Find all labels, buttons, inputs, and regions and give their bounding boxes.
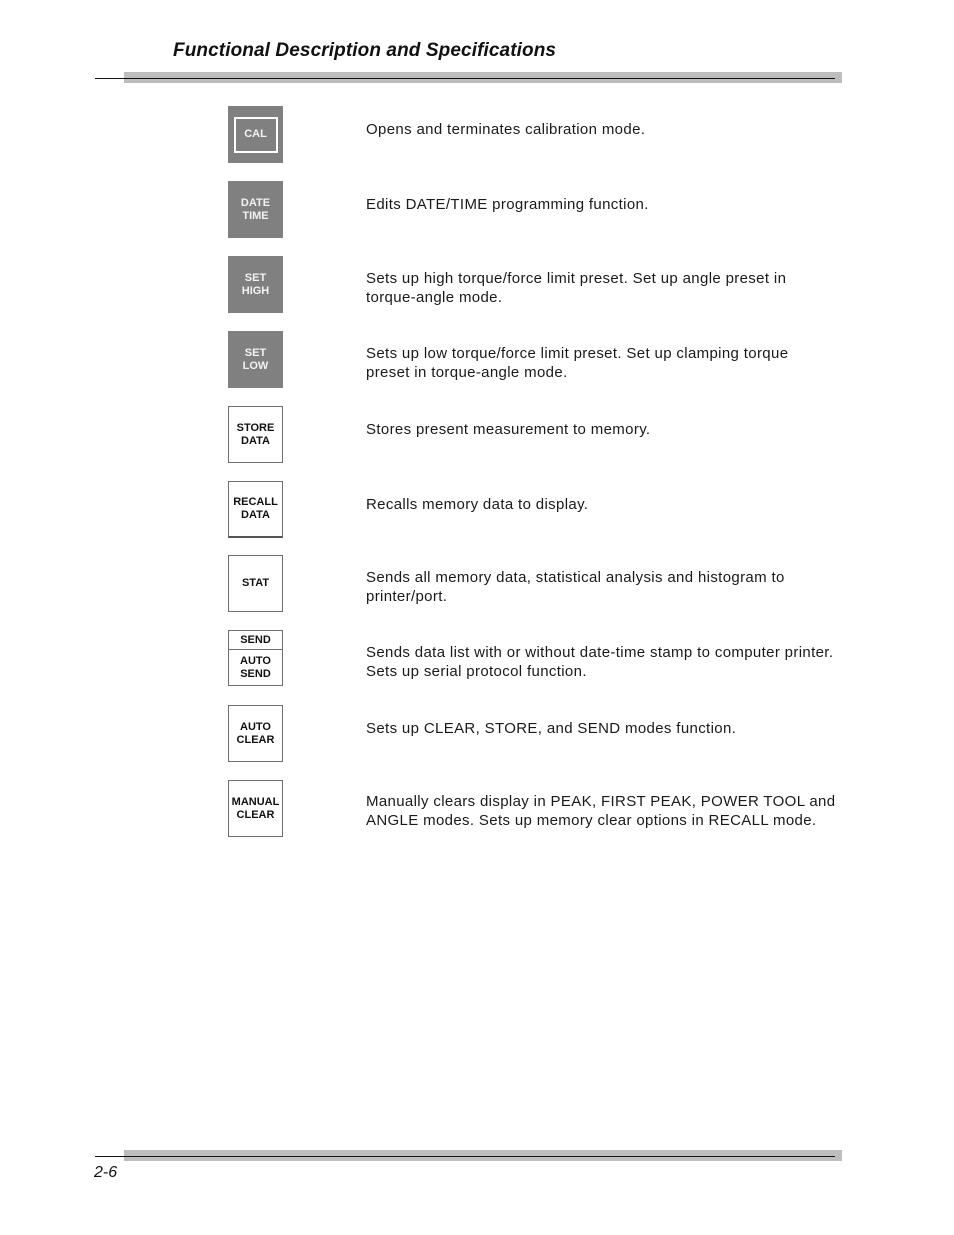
key-row-date-time: DATE TIME Edits DATE/TIME programming fu…: [0, 181, 954, 238]
store-data-key: STORE DATA: [228, 406, 283, 463]
cal-key-frame: CAL: [233, 116, 278, 153]
auto-send-key-section: AUTO SEND: [240, 650, 271, 685]
auto-clear-key: AUTO CLEAR: [228, 705, 283, 762]
key-row-stat: STAT Sends all memory data, statistical …: [0, 555, 954, 612]
key-label-line: TIME: [242, 209, 269, 222]
key-row-set-high: SET HIGH Sets up high torque/force limit…: [0, 256, 954, 313]
key-label: CAL: [244, 128, 267, 140]
key-label-line: LOW: [242, 359, 269, 372]
set-low-key: SET LOW: [228, 331, 283, 388]
key-label-line: CLEAR: [236, 808, 275, 821]
manual-clear-key: MANUAL CLEAR: [228, 780, 283, 837]
key-row-manual-clear: MANUAL CLEAR Manually clears display in …: [0, 780, 954, 837]
header-black-rule: [95, 78, 835, 79]
key-description: Manually clears display in PEAK, FIRST P…: [366, 793, 836, 829]
key-label: SEND: [240, 633, 271, 646]
key-description: Edits DATE/TIME programming function.: [366, 196, 649, 213]
key-label-line: DATE: [240, 196, 271, 209]
recall-data-key: RECALL DATA: [228, 481, 283, 538]
key-description: Sets up low torque/force limit preset. S…: [366, 345, 789, 381]
key-description: Recalls memory data to display.: [366, 496, 589, 513]
key-label-line: MANUAL: [231, 795, 280, 808]
key-label-line: RECALL: [233, 496, 278, 508]
key-description: Opens and terminates calibration mode.: [366, 121, 646, 138]
key-label-line: HIGH: [241, 284, 270, 297]
key-description: Sends data list with or without date-tim…: [366, 644, 834, 680]
date-time-key: DATE TIME: [228, 181, 283, 238]
key-label-line: SET: [244, 346, 267, 359]
stat-key: STAT: [228, 555, 283, 612]
key-description: Sets up CLEAR, STORE, and SEND modes fun…: [366, 720, 737, 737]
key-label-line: DATA: [241, 509, 270, 521]
key-label-line: SEND: [240, 667, 271, 680]
send-key-section: SEND: [229, 631, 282, 650]
set-high-key: SET HIGH: [228, 256, 283, 313]
key-label-line: SET: [244, 271, 267, 284]
key-row-send-auto-send: SEND AUTO SEND Sends data list with or w…: [0, 630, 954, 687]
key-label-line: CLEAR: [236, 733, 275, 746]
key-label-line: AUTO: [240, 654, 271, 667]
key-label: STAT: [241, 577, 270, 589]
key-row-set-low: SET LOW Sets up low torque/force limit p…: [0, 331, 954, 388]
footer-black-rule: [95, 1156, 835, 1157]
key-description: Stores present measurement to memory.: [366, 421, 651, 438]
key-label-line: STORE: [236, 421, 275, 434]
key-description: Sends all memory data, statistical analy…: [366, 569, 785, 605]
page-header-title: Functional Description and Specification…: [173, 40, 557, 61]
key-row-auto-clear: AUTO CLEAR Sets up CLEAR, STORE, and SEN…: [0, 705, 954, 762]
key-row-cal: CAL Opens and terminates calibration mod…: [0, 106, 954, 163]
send-auto-send-key: SEND AUTO SEND: [228, 630, 283, 686]
key-description: Sets up high torque/force limit preset. …: [366, 270, 787, 306]
key-label-line: DATA: [241, 434, 270, 447]
key-row-store-data: STORE DATA Stores present measurement to…: [0, 406, 954, 463]
page-number: 2-6: [94, 1164, 118, 1181]
key-row-recall-data: RECALL DATA Recalls memory data to displ…: [0, 481, 954, 538]
key-label-line: AUTO: [240, 720, 271, 733]
cal-key: CAL: [228, 106, 283, 163]
